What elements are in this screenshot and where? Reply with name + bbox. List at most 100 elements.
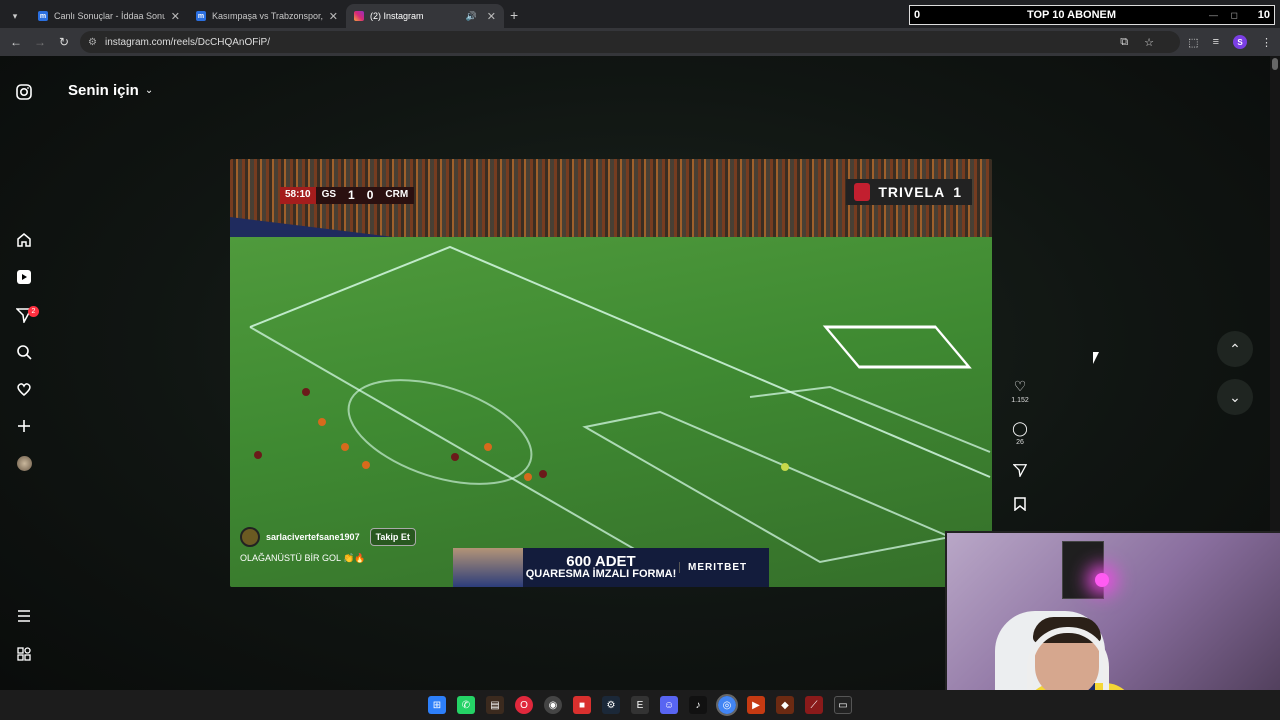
like-button[interactable]: ♡ 1.152	[1010, 378, 1030, 404]
broadcaster-name: TRIVELA	[878, 184, 946, 200]
overlay-title: TOP 10 ABONEM	[1026, 9, 1117, 21]
share-icon	[1012, 464, 1028, 479]
close-icon[interactable]: ✕	[487, 10, 496, 23]
direct-messages-icon[interactable]: 2	[14, 305, 39, 325]
taskbar: ⊞ ✆ ▤ O ◉ ■ ⚙ E ☺ ♪ ◎ ▶ ◆ ⟋ ▭	[0, 690, 1280, 720]
create-plus-icon[interactable]	[14, 416, 34, 436]
notification-badge: 2	[28, 306, 39, 317]
comment-icon: ◯	[1012, 420, 1028, 436]
racing-game-icon[interactable]: ⟋	[805, 696, 823, 714]
instagram-icon	[354, 11, 364, 21]
save-button[interactable]	[1010, 497, 1030, 514]
tab-search-button[interactable]: ▾	[4, 6, 26, 26]
tiktok-icon[interactable]: ♪	[689, 696, 707, 714]
obs-icon[interactable]: ◉	[544, 696, 562, 714]
window-controls-icon[interactable]: — ◻	[1209, 10, 1238, 21]
tab-kasimpasa[interactable]: m Kasımpaşa vs Trabzonspor, 15.0 ✕	[188, 4, 346, 28]
away-team: CRM	[385, 189, 409, 200]
menu-icon[interactable]: ⋮	[1261, 36, 1272, 49]
reels-icon[interactable]	[14, 267, 34, 287]
meta-apps-icon[interactable]	[14, 644, 34, 664]
opera-icon[interactable]: O	[515, 696, 533, 714]
tab-title: Kasımpaşa vs Trabzonspor, 15.0	[212, 11, 323, 21]
whatsapp-icon[interactable]: ✆	[457, 696, 475, 714]
media-control-icon[interactable]: ≡	[1213, 36, 1219, 48]
browser-toolbar: ← → ↻ ⚙ instagram.com/reels/DcCHQAnOFiP/…	[0, 28, 1280, 56]
hamburger-menu-icon[interactable]	[14, 606, 34, 626]
ad-brand: MERITBET	[679, 562, 769, 573]
shield-app-icon[interactable]: ◆	[776, 696, 794, 714]
forward-icon[interactable]: →	[28, 35, 52, 49]
tab-canli-sonuclar[interactable]: m Canlı Sonuçlar - İddaa Sonuçla ✕	[30, 4, 188, 28]
search-icon[interactable]	[14, 342, 34, 362]
close-icon[interactable]: ✕	[329, 10, 338, 23]
site-info-icon[interactable]: ⚙	[88, 37, 97, 48]
overlay-left-value: 0	[914, 9, 921, 21]
speaker-icon[interactable]: 🔊	[466, 11, 477, 22]
ad-banner: 600 ADET QUARESMA İMZALI FORMA! MERITBET	[453, 548, 769, 587]
feed-selector[interactable]: Senin için ⌄	[68, 82, 153, 99]
close-icon[interactable]: ✕	[171, 10, 180, 23]
extensions-icon[interactable]: ⬚	[1188, 36, 1198, 49]
reel-caption: OLAĞANÜSTÜ BİR GOL 👏🔥	[240, 553, 366, 563]
profile-avatar-icon[interactable]	[14, 453, 34, 473]
mouse-cursor-icon	[1093, 352, 1099, 364]
share-button[interactable]	[1010, 463, 1030, 480]
like-count: 1.152	[1011, 397, 1029, 404]
chevron-down-icon: ⌄	[144, 85, 154, 96]
file-explorer-icon[interactable]: ▤	[486, 696, 504, 714]
headphones	[1027, 627, 1109, 697]
comment-button[interactable]: ◯ 26	[1010, 420, 1030, 446]
reel-video[interactable]: 58:10 GS 1 0 CRM TRIVELA 1 sarlacivertef…	[230, 159, 992, 587]
previous-reel-button[interactable]: ⌃	[1217, 331, 1253, 367]
scrollbar-thumb[interactable]	[1272, 58, 1278, 70]
overlay-right-value: 10	[1257, 9, 1270, 21]
home-icon[interactable]	[14, 230, 34, 250]
back-icon[interactable]: ←	[4, 35, 28, 49]
heart-icon: ♡	[1013, 378, 1027, 394]
cast-icon[interactable]: ⧉	[1120, 36, 1128, 49]
reload-icon[interactable]: ↻	[52, 35, 76, 49]
tab-title: (2) Instagram	[370, 11, 424, 21]
feed-title: Senin için	[68, 82, 139, 99]
profile-avatar[interactable]: S	[1233, 35, 1247, 49]
author-avatar[interactable]	[240, 527, 260, 547]
ad-photo	[453, 548, 523, 587]
heart-icon[interactable]	[14, 379, 34, 399]
mackolik-icon: m	[196, 11, 206, 21]
address-bar[interactable]: ⚙ instagram.com/reels/DcCHQAnOFiP/ ⧉ ☆	[80, 31, 1180, 53]
epic-games-icon[interactable]: E	[631, 696, 649, 714]
media-app-icon[interactable]: ■	[573, 696, 591, 714]
discord-icon[interactable]: ☺	[660, 696, 678, 714]
trivela-icon	[854, 183, 871, 201]
chevron-up-icon: ⌃	[1229, 340, 1241, 357]
neon-lamp	[1095, 573, 1109, 587]
match-time: 58:10	[280, 187, 316, 204]
author-username[interactable]: sarlacivertefsane1907	[266, 532, 360, 542]
wall-poster	[1062, 541, 1104, 599]
next-reel-button[interactable]: ⌄	[1217, 379, 1253, 415]
follow-button[interactable]: Takip Et	[369, 528, 416, 546]
broadcaster-number: 1	[953, 184, 962, 200]
instagram-logo-icon[interactable]	[14, 82, 34, 102]
game-app-icon[interactable]: ▶	[747, 696, 765, 714]
scoreboard: 58:10 GS 1 0 CRM	[280, 187, 415, 204]
tab-instagram[interactable]: (2) Instagram 🔊 ✕	[346, 4, 504, 28]
home-score: 1	[348, 188, 355, 202]
top10-overlay: 0 TOP 10 ABONEM — ◻ 10	[909, 5, 1275, 25]
new-tab-button[interactable]: +	[510, 7, 518, 23]
home-team: GS	[321, 189, 337, 200]
url-text: instagram.com/reels/DcCHQAnOFiP/	[104, 36, 271, 48]
steam-icon[interactable]: ⚙	[602, 696, 620, 714]
chrome-icon[interactable]: ◎	[716, 694, 738, 716]
chevron-down-icon: ⌄	[1229, 388, 1241, 405]
windows-start-icon[interactable]: ⊞	[428, 696, 446, 714]
reel-author[interactable]: sarlacivertefsane1907 Takip Et	[240, 527, 416, 547]
mackolik-icon: m	[38, 11, 48, 21]
broadcaster-logo: TRIVELA 1	[846, 179, 972, 205]
away-score: 0	[366, 188, 374, 202]
ad-line1: 600 ADET	[566, 552, 636, 570]
terminal-icon[interactable]: ▭	[834, 696, 852, 714]
bookmark-star-icon[interactable]: ☆	[1144, 36, 1154, 49]
ad-line2: QUARESMA İMZALI FORMA!	[525, 567, 677, 580]
